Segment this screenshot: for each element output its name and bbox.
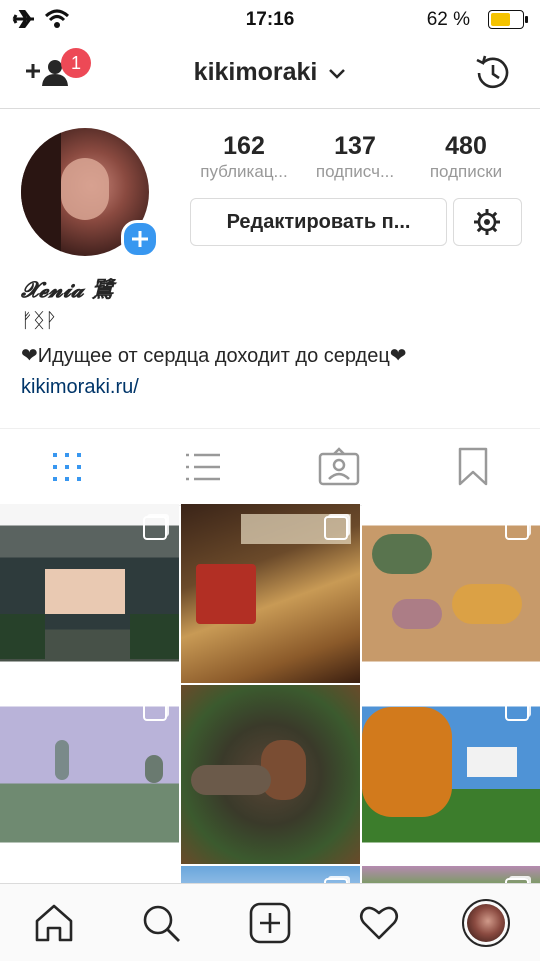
grid-post[interactable]	[181, 866, 360, 883]
multi-photo-icon	[505, 516, 529, 540]
bio-text: ❤Идущее от сердца доходит до сердец❤	[21, 345, 407, 367]
followers-count[interactable]: 137	[300, 132, 410, 161]
multi-photo-icon	[143, 516, 167, 540]
bio-runes: ᚠᛝᚹ	[21, 308, 57, 332]
tabbar-new-post[interactable]	[249, 902, 291, 944]
chevron-down-icon	[329, 69, 346, 79]
grid-post[interactable]	[0, 685, 179, 864]
archive-history-icon	[476, 55, 509, 89]
tabbar-home[interactable]	[33, 902, 75, 944]
tab-tagged[interactable]	[318, 447, 360, 487]
new-post-icon	[249, 902, 291, 944]
grid-post[interactable]	[181, 685, 360, 864]
tab-saved[interactable]	[458, 447, 488, 487]
tabbar-activity[interactable]	[358, 902, 400, 944]
battery-icon	[488, 10, 528, 29]
edit-profile-button[interactable]: Редактировать п...	[190, 198, 447, 246]
tagged-icon	[318, 447, 360, 486]
multi-photo-icon	[505, 697, 529, 721]
plus-icon	[132, 231, 148, 247]
grid-post[interactable]	[181, 504, 360, 683]
battery-fill	[491, 13, 510, 26]
saved-icon	[458, 447, 488, 486]
home-icon	[35, 904, 73, 942]
grid-icon	[53, 453, 81, 481]
username-switcher[interactable]: kikimoraki	[0, 58, 540, 87]
tab-grid[interactable]	[47, 447, 87, 487]
username: kikimoraki	[193, 58, 318, 86]
followers-label: подписч...	[315, 162, 395, 181]
website-link[interactable]: kikimoraki.ru/	[21, 376, 139, 399]
activity-heart-icon	[359, 906, 399, 940]
multi-photo-icon	[143, 697, 167, 721]
multi-photo-icon	[324, 516, 348, 540]
following-label: подписки	[429, 162, 503, 181]
search-icon	[143, 905, 180, 942]
status-bar: 17:16 62 %	[0, 0, 540, 38]
display-name: 𝓧𝓮𝓷𝓲𝓪 鷺	[21, 277, 114, 303]
profile-view-tabs	[0, 428, 540, 506]
grid-post[interactable]	[362, 685, 540, 864]
top-nav: 1 kikimoraki	[0, 38, 540, 109]
tab-list[interactable]	[183, 447, 223, 487]
tabbar-search[interactable]	[140, 902, 182, 944]
posts-label: публикац...	[200, 162, 288, 181]
profile-avatar	[467, 904, 505, 942]
battery-percent: 62 %	[426, 9, 470, 30]
grid-post[interactable]	[0, 866, 179, 883]
grid-post[interactable]	[362, 504, 540, 683]
following-count[interactable]: 480	[411, 132, 521, 161]
list-icon	[186, 453, 220, 481]
bottom-tab-bar	[0, 883, 540, 961]
tabbar-profile[interactable]	[462, 899, 510, 947]
settings-button[interactable]	[453, 198, 522, 246]
gear-icon	[474, 209, 500, 235]
add-story-button[interactable]	[121, 220, 159, 258]
posts-count[interactable]: 162	[189, 132, 299, 161]
archive-button[interactable]	[472, 52, 514, 94]
grid-post[interactable]	[362, 866, 540, 883]
grid-post[interactable]	[0, 504, 179, 683]
